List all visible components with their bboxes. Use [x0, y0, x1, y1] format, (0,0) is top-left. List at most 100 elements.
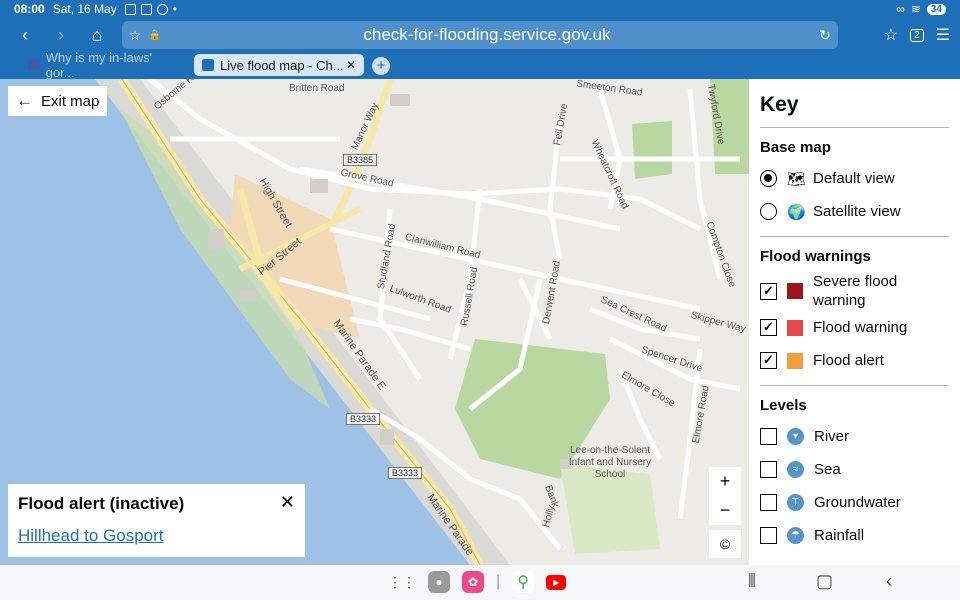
tab-inactive[interactable]: Why is my in-laws' gor...: [20, 50, 188, 80]
divider: [760, 236, 949, 237]
radio-unselected[interactable]: [760, 203, 777, 220]
option-label: Groundwater: [814, 494, 901, 511]
option-label: Sea: [814, 461, 841, 478]
checkbox-unchecked[interactable]: [760, 527, 777, 544]
option-label: Flood warning: [813, 319, 908, 336]
forward-icon[interactable]: ›: [44, 18, 78, 52]
bookmarks-icon[interactable]: ☆: [884, 25, 898, 45]
option-label: Rainfall: [814, 527, 865, 544]
clock: 08:00: [14, 2, 45, 16]
sea-level-icon: ≈: [787, 461, 804, 478]
maps-app-icon[interactable]: ⚲: [512, 571, 535, 593]
option-label: River: [814, 428, 850, 445]
satellite-view-option[interactable]: 🌍 Satellite view: [760, 195, 949, 228]
arrow-left-icon: ←: [16, 91, 33, 110]
area-link[interactable]: Hillhead to Gosport: [18, 526, 295, 546]
checkbox-unchecked[interactable]: [760, 461, 777, 478]
close-tab-icon[interactable]: ✕: [346, 58, 356, 72]
link-icon: ∞: [896, 2, 905, 16]
flood-warnings-heading: Flood warnings: [760, 248, 871, 265]
lock-icon: 🔒: [148, 29, 162, 41]
globe-icon: 🌍: [787, 203, 806, 221]
url-text[interactable]: check-for-flooding.service.gov.uk: [162, 25, 812, 45]
road-badge: B3333: [346, 413, 381, 425]
wifi-icon: ≋: [910, 2, 921, 16]
map-label: Britten Road: [289, 83, 345, 94]
bookmark-star-icon[interactable]: ☆: [122, 27, 148, 44]
favicon-icon: [28, 59, 40, 71]
close-icon[interactable]: ✕: [280, 492, 295, 513]
zoom-in-button[interactable]: +: [709, 467, 741, 496]
browser-toolbar: ‹ › ⌂ ☆ 🔒 check-for-flooding.service.gov…: [0, 18, 960, 52]
reload-icon[interactable]: ↻: [812, 27, 838, 44]
checkbox-checked[interactable]: ✓: [760, 319, 777, 336]
status-right: ∞ ≋ 34: [896, 2, 946, 16]
browser-actions: ☆ 2 ☰: [884, 18, 950, 52]
severe-swatch: [787, 283, 803, 299]
severe-flood-warning-option[interactable]: ✓ Severe flood warning: [760, 271, 949, 311]
flood-warning-option[interactable]: ✓ Flood warning: [760, 311, 949, 344]
groundwater-level-icon: ⊤: [787, 494, 804, 511]
new-tab-button[interactable]: +: [372, 57, 390, 75]
rainfall-icon: ☂: [787, 527, 804, 544]
address-bar[interactable]: ☆ 🔒 check-for-flooding.service.gov.uk ↻: [122, 21, 838, 49]
divider: [760, 385, 949, 386]
favicon-icon: [202, 59, 214, 71]
flood-alert-option[interactable]: ✓ Flood alert: [760, 344, 949, 377]
warning-swatch: [787, 319, 803, 336]
levels-heading: Levels: [760, 397, 807, 414]
checkbox-checked[interactable]: ✓: [760, 352, 777, 369]
screenshot-icon: [124, 3, 136, 15]
apps-grid-icon[interactable]: ⋮⋮: [388, 574, 416, 591]
tab-active[interactable]: Live flood map - Ch... ✕: [194, 54, 364, 76]
menu-icon[interactable]: ☰: [936, 25, 950, 45]
home-icon[interactable]: ⌂: [80, 18, 114, 52]
system-nav-bar: ⋮⋮ ● ✿ | ⚲ ▶ ⦀ ▢ ‹: [0, 565, 960, 600]
zoom-out-button[interactable]: −: [709, 496, 741, 525]
map-icon: 🗺: [787, 170, 807, 188]
radio-selected[interactable]: [760, 170, 777, 187]
divider: [760, 127, 949, 128]
checkbox-checked[interactable]: ✓: [760, 282, 777, 300]
home-nav-icon[interactable]: ▢: [816, 571, 833, 592]
camera-app-icon[interactable]: ●: [428, 571, 450, 593]
exit-map-button[interactable]: ← Exit map: [8, 86, 108, 116]
road-badge: B3333: [388, 467, 423, 479]
tab-label: Live flood map - Ch...: [220, 57, 344, 73]
youtube-app-icon[interactable]: ▶: [546, 574, 567, 590]
tabs-button[interactable]: 2: [910, 28, 924, 42]
default-view-option[interactable]: 🗺 Default view: [760, 162, 949, 195]
notification-icons: •: [124, 2, 177, 16]
info-title: Flood alert (inactive): [18, 494, 185, 513]
tab-strip: Why is my in-laws' gor... Live flood map…: [0, 50, 960, 80]
park-small: [632, 121, 672, 179]
status-bar: 08:00 Sat, 16 May • ∞ ≋ 34: [0, 0, 960, 18]
road-badge: B3385: [343, 154, 378, 166]
option-label: Satellite view: [813, 203, 901, 220]
rainfall-option[interactable]: ☂ Rainfall: [760, 519, 949, 552]
recents-icon[interactable]: ⦀: [748, 571, 756, 592]
exit-map-label: Exit map: [41, 92, 100, 110]
key-title: Key: [760, 93, 799, 116]
school-label: Lee-on-the-Solent Infant and Nursery Sch…: [568, 445, 652, 480]
dot-icon: •: [172, 2, 177, 16]
base-map-heading: Base map: [760, 139, 831, 156]
back-nav-icon[interactable]: ‹: [886, 571, 892, 592]
checkbox-unchecked[interactable]: [760, 494, 777, 511]
battery-icon: 34: [926, 3, 946, 15]
alert-swatch: [787, 352, 803, 369]
back-icon[interactable]: ‹: [8, 18, 42, 52]
river-option[interactable]: ▾ River: [760, 420, 949, 453]
option-label: Flood alert: [813, 352, 884, 369]
attribution-button[interactable]: ©: [709, 530, 741, 558]
app-dock: ⋮⋮ ● ✿ | ⚲ ▶: [388, 571, 567, 593]
check-icon: [140, 3, 152, 15]
flood-info-panel: Flood alert (inactive) ✕ Hillhead to Gos…: [8, 484, 305, 557]
gallery-app-icon[interactable]: ✿: [462, 571, 484, 593]
checkbox-unchecked[interactable]: [760, 428, 777, 445]
groundwater-option[interactable]: ⊤ Groundwater: [760, 486, 949, 519]
key-panel: Key Base map 🗺 Default view 🌍 Satellite …: [749, 79, 960, 565]
river-level-icon: ▾: [787, 428, 804, 445]
zoom-control: + −: [709, 467, 741, 525]
sea-option[interactable]: ≈ Sea: [760, 453, 949, 486]
